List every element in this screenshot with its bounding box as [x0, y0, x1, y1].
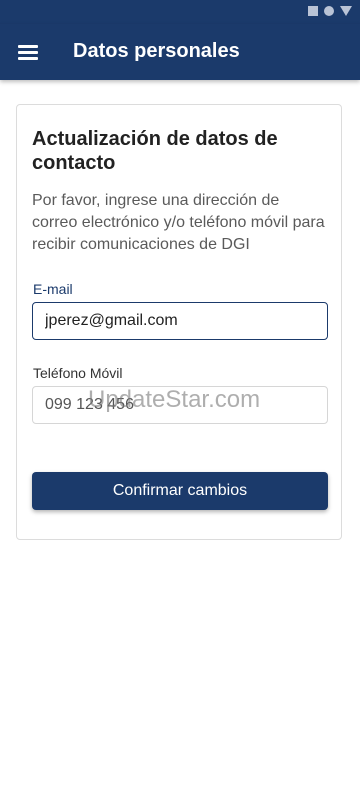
status-bar — [0, 0, 360, 24]
confirm-changes-button[interactable]: Confirmar cambios — [32, 472, 328, 510]
page-title: Datos personales — [73, 40, 240, 62]
hamburger-menu-icon[interactable] — [18, 44, 38, 60]
status-icons — [308, 6, 352, 16]
email-field[interactable] — [32, 302, 328, 340]
app-bar: Datos personales — [0, 24, 360, 80]
square-icon — [308, 6, 318, 16]
email-label: E-mail — [33, 281, 73, 297]
contact-update-card: Actualización de datos de contacto Por f… — [16, 104, 342, 540]
circle-icon — [324, 6, 334, 16]
phone-field[interactable] — [32, 386, 328, 424]
triangle-icon — [340, 6, 352, 16]
phone-label: Teléfono Móvil — [33, 365, 123, 381]
card-description: Por favor, ingrese una dirección de corr… — [32, 192, 325, 253]
card-title: Actualización de datos de contacto — [32, 128, 278, 174]
